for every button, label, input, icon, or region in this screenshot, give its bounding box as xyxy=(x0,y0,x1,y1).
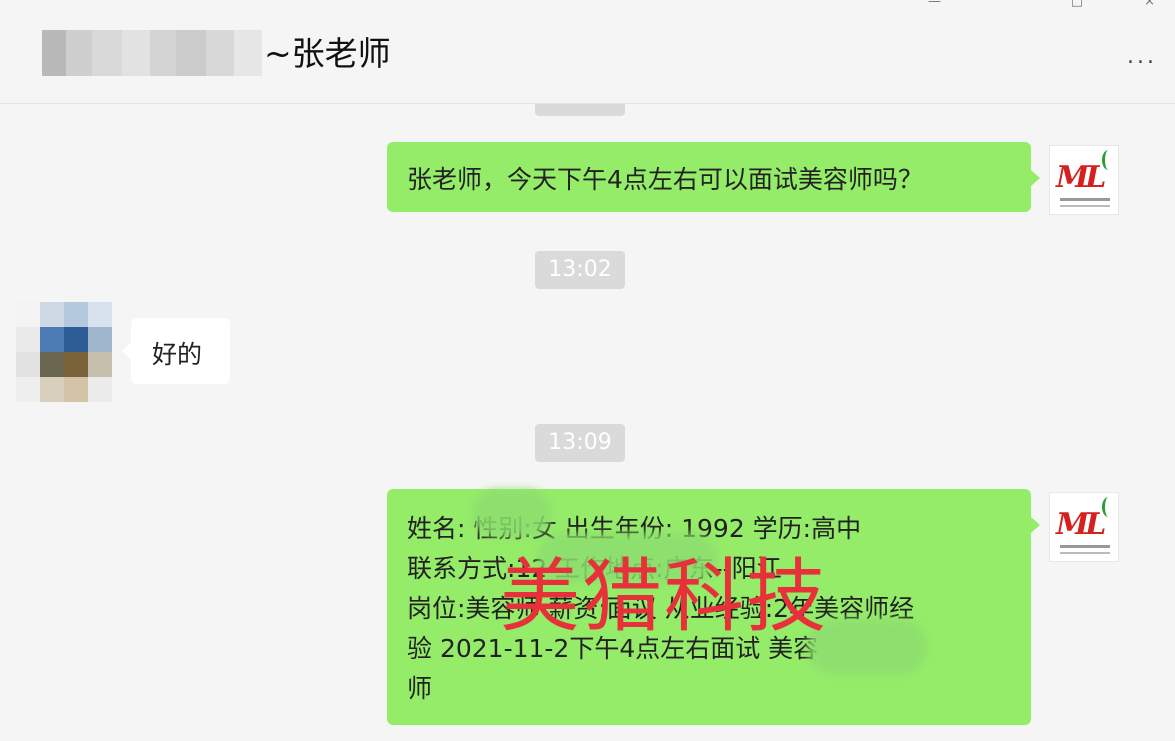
maximize-icon[interactable]: □ xyxy=(1071,0,1083,9)
more-options-icon[interactable]: ... xyxy=(1127,46,1157,68)
message-text: 好的 xyxy=(152,340,203,369)
chat-header: ~张老师 ... — □ × xyxy=(0,0,1175,104)
blurred-contact-name xyxy=(42,30,262,76)
close-icon[interactable]: × xyxy=(1144,0,1155,9)
bubble-tail xyxy=(1031,170,1040,186)
outgoing-message-bubble[interactable]: 张老师，今天下午4点左右可以面试美容师吗？ xyxy=(387,142,1031,212)
timestamp: 13:02 xyxy=(535,251,625,289)
message-text: 张老师，今天下午4点左右可以面试美容师吗？ xyxy=(407,165,923,194)
bubble-tail xyxy=(1031,517,1040,533)
ml-logo-icon[interactable]: ML xyxy=(1049,145,1119,215)
bubble-tail xyxy=(122,343,131,359)
minimize-icon[interactable]: — xyxy=(928,0,941,9)
pixelated-avatar-icon[interactable] xyxy=(16,302,112,402)
watermark-text: 美猎科技 xyxy=(500,550,828,643)
incoming-message-bubble[interactable]: 好的 xyxy=(131,318,230,384)
ml-logo-icon[interactable]: ML xyxy=(1049,492,1119,562)
message-line: 师 xyxy=(407,674,433,703)
privacy-blur xyxy=(472,489,552,537)
timestamp: 13:09 xyxy=(535,424,625,462)
chat-title: ~张老师 xyxy=(264,34,391,73)
